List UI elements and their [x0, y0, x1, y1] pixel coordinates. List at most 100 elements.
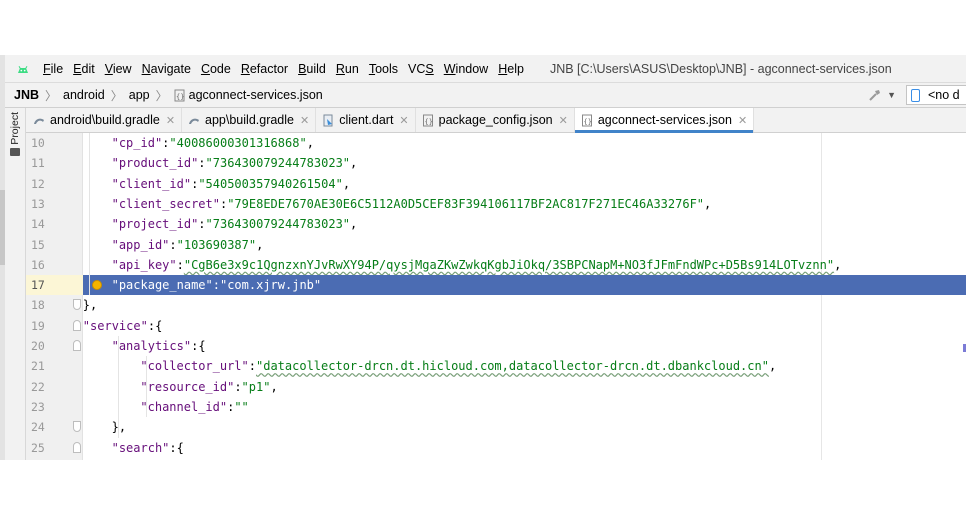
code-line[interactable]: 24}, — [26, 417, 966, 437]
code-line[interactable]: 10 "cp_id":"40086000301316868", — [26, 133, 966, 153]
tab-agconnect-services-json[interactable]: {} agconnect-services.json ✕ — [574, 108, 755, 133]
code-line[interactable]: 22 "resource_id":"p1", — [26, 377, 966, 397]
close-icon[interactable]: ✕ — [738, 114, 747, 127]
indent-guide — [117, 336, 119, 438]
punctuation: , — [306, 136, 314, 150]
menu-navigate[interactable]: Navigate — [142, 62, 191, 76]
code-line[interactable]: 13 "client_secret":"79E8EDE7670AE30E6C511… — [26, 194, 966, 214]
breadcrumb-file[interactable]: {} agconnect-services.json — [174, 88, 323, 102]
colon: : — [234, 379, 242, 394]
tab-android-build-gradle[interactable]: android\build.gradle ✕ — [26, 108, 183, 132]
tab-label: agconnect-services.json — [597, 113, 732, 127]
code-line[interactable]: 18}, — [26, 295, 966, 315]
punctuation: , — [350, 156, 358, 171]
code-line[interactable]: 17 "package_name":"com.xjrw.jnb" — [26, 275, 966, 296]
build-hammer-icon[interactable] — [867, 87, 883, 103]
fold-marker-icon[interactable] — [73, 441, 81, 453]
code-line[interactable]: 15 "app_id":"103690387", — [26, 235, 966, 255]
colon: : — [169, 440, 177, 455]
device-selector-label: <no d — [928, 88, 960, 102]
svg-text:{}: {} — [583, 118, 591, 126]
menu-edit[interactable]: Edit — [73, 62, 95, 76]
toolbar-right: ▼ <no d — [867, 83, 966, 107]
gradle-icon — [189, 118, 200, 124]
project-tool-button[interactable]: Project — [8, 112, 22, 166]
menu-window[interactable]: Window — [444, 62, 488, 76]
menu-vcs[interactable]: VCS — [408, 62, 434, 76]
close-icon[interactable]: ✕ — [300, 114, 309, 127]
menu-help[interactable]: Help — [498, 62, 524, 76]
menu-refactor[interactable]: Refactor — [241, 62, 288, 76]
fold-marker-icon[interactable] — [73, 299, 81, 311]
close-icon[interactable]: ✕ — [166, 114, 175, 127]
line-number: 13 — [31, 196, 45, 211]
code-line[interactable]: 12 "client_id":"540500357940261504", — [26, 174, 966, 194]
folder-icon — [10, 147, 20, 156]
editor-tab-bar: android\build.gradle ✕ app\build.gradle … — [26, 108, 966, 133]
chevron-down-icon[interactable]: ▼ — [887, 90, 896, 100]
line-number: 12 — [31, 176, 45, 191]
menu-bar: File Edit View Navigate Code Refactor Bu… — [5, 55, 966, 82]
breadcrumb-android[interactable]: android — [63, 88, 105, 102]
gradle-icon — [34, 118, 44, 124]
device-selector[interactable]: <no d — [906, 85, 966, 105]
code-line[interactable]: 19 "service":{ — [26, 316, 966, 336]
json-string-value: "79E8EDE7670AE30E6C5112A0D5CEF83F3941061… — [227, 196, 705, 211]
code-text: "app_id":"103690387", — [112, 235, 264, 255]
colon: : — [198, 217, 206, 232]
tab-app-build-gradle[interactable]: app\build.gradle ✕ — [182, 108, 317, 132]
colon: : — [198, 156, 206, 171]
code-text: "channel_id":"" — [140, 397, 248, 417]
close-icon[interactable]: ✕ — [559, 114, 568, 127]
project-tool-window-stripe: Project — [5, 108, 26, 460]
indent-guide — [146, 356, 148, 418]
fold-marker-icon[interactable] — [73, 421, 81, 433]
intention-bulb-icon[interactable] — [92, 280, 102, 291]
punctuation: , — [256, 237, 264, 252]
menu-file[interactable]: File — [43, 62, 63, 76]
json-key: "client_secret" — [111, 196, 220, 211]
dart-file-icon — [323, 114, 333, 126]
tab-package-config-json[interactable]: {} package_config.json ✕ — [416, 108, 575, 132]
line-number: 17 — [31, 278, 45, 293]
code-line[interactable]: 14 "project_id":"736430079244783023", — [26, 214, 966, 234]
fold-marker-icon[interactable] — [73, 319, 81, 331]
fold-marker-icon[interactable] — [73, 340, 81, 351]
punctuation: }, — [82, 298, 98, 313]
tab-label: package_config.json — [438, 113, 553, 127]
colon: : — [248, 359, 256, 374]
menu-view[interactable]: View — [105, 62, 132, 76]
punctuation: { — [198, 339, 206, 353]
tab-label: app\build.gradle — [205, 113, 294, 127]
code-line[interactable]: 11 "product_id":"736430079244783023", — [26, 153, 966, 173]
code-text: "collector_url":"datacollector-drcn.dt.h… — [140, 356, 776, 376]
colon: : — [176, 257, 184, 272]
menu-tools[interactable]: Tools — [369, 62, 398, 76]
json-string-value: "p1" — [241, 379, 271, 394]
window-title: JNB [C:\Users\ASUS\Desktop\JNB] - agconn… — [549, 61, 892, 76]
json-key: "project_id" — [111, 217, 199, 232]
code-line[interactable]: 21 "collector_url":"datacollector-drcn.dt… — [26, 356, 966, 376]
line-number: 25 — [31, 440, 45, 455]
code-line[interactable]: 20 "analytics":{ — [26, 336, 966, 356]
tab-client-dart[interactable]: client.dart ✕ — [316, 108, 416, 132]
line-number: 11 — [31, 156, 45, 171]
code-line[interactable]: 25 "search":{ — [26, 438, 966, 458]
colon: : — [169, 237, 177, 252]
menu-run[interactable]: Run — [336, 62, 359, 76]
code-text: "cp_id":"40086000301316868", — [112, 133, 314, 153]
menu-code[interactable]: Code — [201, 62, 231, 76]
breadcrumb-project[interactable]: JNB — [14, 88, 39, 102]
punctuation: { — [176, 440, 184, 455]
menu-build[interactable]: Build — [298, 62, 326, 76]
tab-label: client.dart — [339, 113, 394, 127]
line-number: 22 — [31, 379, 45, 394]
json-file-icon: {} — [174, 89, 186, 102]
json-key: "api_key" — [111, 257, 177, 272]
code-editor[interactable]: 10 "cp_id":"40086000301316868", 11 "product… — [26, 133, 966, 460]
code-line[interactable]: 16 "api_key":"CgB6e3x9c1QgnzxnYJvRwXY94P/… — [26, 255, 966, 275]
code-line[interactable]: 23 "channel_id":"" — [26, 397, 966, 417]
json-string-value: "736430079244783023" — [205, 217, 351, 232]
breadcrumb-app[interactable]: app — [129, 88, 150, 102]
close-icon[interactable]: ✕ — [399, 114, 408, 127]
